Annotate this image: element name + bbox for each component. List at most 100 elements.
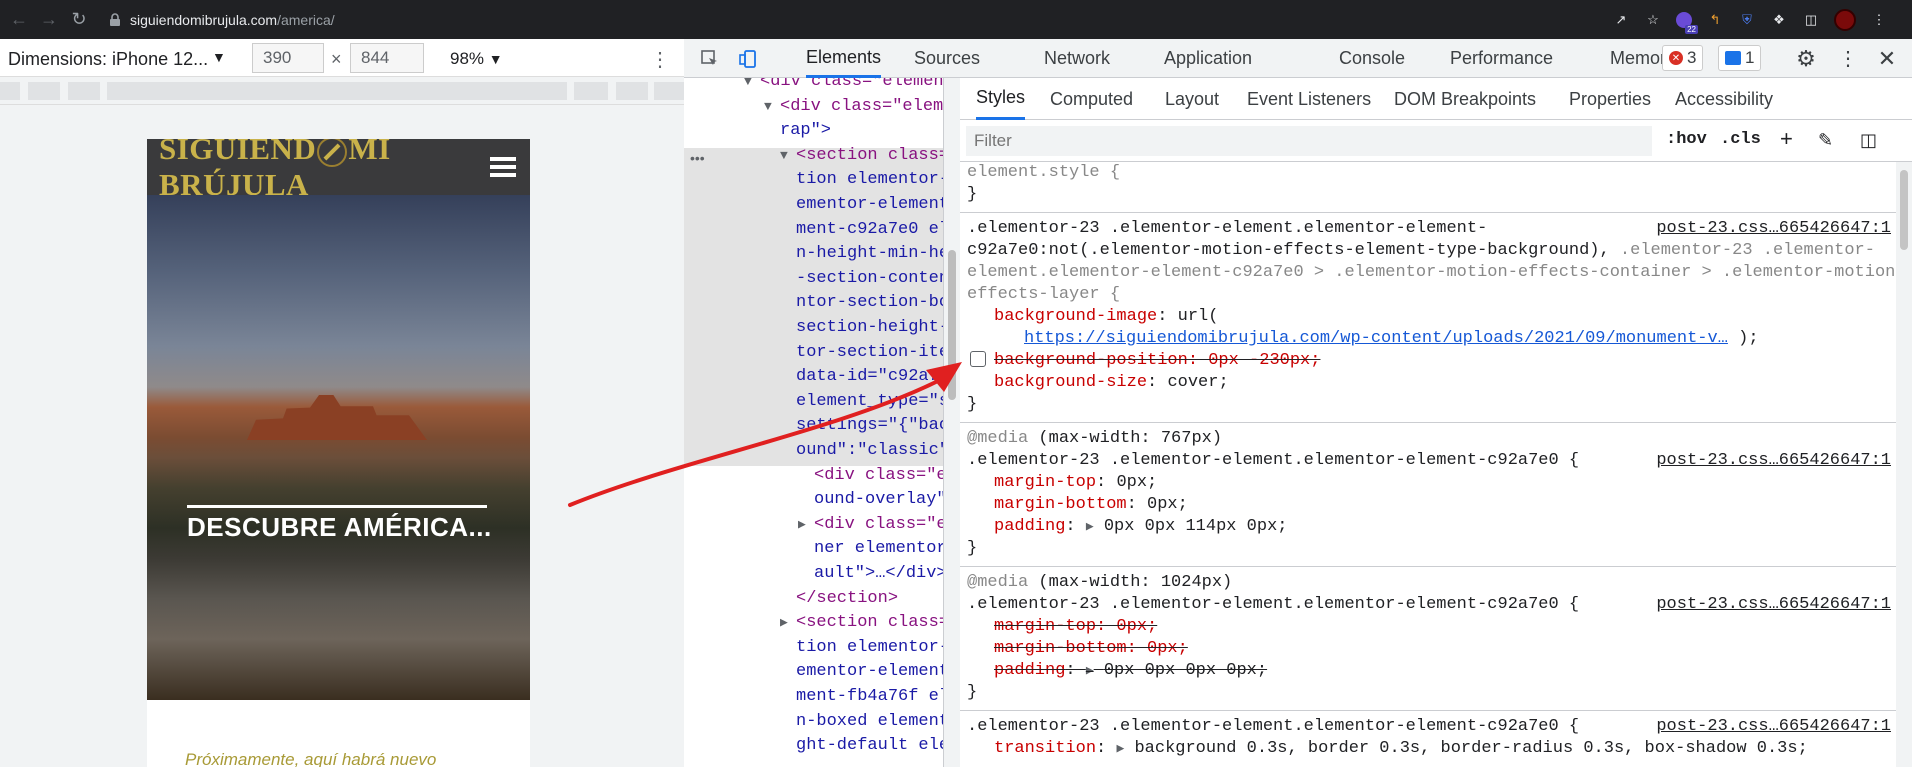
tab-accessibility[interactable]: Accessibility [1675, 78, 1773, 120]
dom-node-line[interactable]: </section> [796, 587, 898, 611]
tab-event-listeners[interactable]: Event Listeners [1247, 78, 1371, 120]
dom-node-line[interactable]: data-id="c92a7e [796, 365, 943, 389]
dom-node-line[interactable]: rap"> [780, 119, 831, 143]
css-declaration-overridden[interactable]: padding: ▶ 0px 0px 0px 0px; [994, 660, 1267, 682]
chevron-down-icon[interactable]: ▼ [212, 49, 226, 65]
dom-node-line[interactable]: -section-conten [796, 267, 943, 291]
tab-layout[interactable]: Layout [1165, 78, 1219, 120]
zoom-select[interactable]: 98% ▼ [450, 49, 503, 69]
sidepanel-icon[interactable]: ◫ [1802, 11, 1820, 29]
dom-node-line[interactable]: ementor-element [796, 193, 943, 217]
tab-computed[interactable]: Computed [1050, 78, 1133, 120]
dom-node-line[interactable]: ault">…</div> [814, 562, 943, 586]
declaration-checkbox[interactable] [970, 351, 986, 367]
dom-node-line[interactable]: ound":"classic" [796, 439, 943, 463]
dom-node-line[interactable]: section-height- [796, 316, 943, 340]
filter-input[interactable] [966, 126, 1652, 156]
dom-node-line[interactable]: element_type="s [796, 390, 943, 414]
css-declaration[interactable]: https://siguiendomibrujula.com/wp-conten… [1024, 328, 1759, 350]
tab-elements[interactable]: Elements [806, 39, 882, 78]
class-toggle[interactable]: .cls [1720, 130, 1761, 149]
star-icon[interactable]: ☆ [1644, 11, 1662, 29]
message-count-badge[interactable]: 1 [1718, 45, 1762, 71]
dom-node-line[interactable]: tor-section-ite [796, 341, 943, 365]
paint-icon[interactable]: ✎ [1818, 130, 1833, 151]
toggle-sidebar-icon[interactable]: ◫ [1860, 130, 1877, 151]
height-input[interactable]: 844 [350, 43, 424, 73]
source-link[interactable]: post-23.css…665426647:1 [1656, 450, 1891, 472]
dom-node-line[interactable]: ▼ <section class= [780, 144, 943, 168]
tab-console[interactable]: Console [1339, 39, 1405, 78]
dom-node-line[interactable]: ner elementor [814, 537, 943, 561]
reload-icon[interactable]: ↻ [68, 9, 90, 31]
avatar[interactable] [1834, 8, 1856, 31]
media-query-ruler[interactable] [0, 77, 684, 105]
dom-node-line[interactable]: <div class="e [814, 464, 943, 488]
tab-network[interactable]: Network [1044, 39, 1110, 78]
back-icon[interactable]: ← [8, 9, 30, 31]
tab-sources[interactable]: Sources [914, 39, 980, 78]
expand-triangle-icon[interactable]: ▶ [1086, 519, 1094, 534]
collapse-triangle-icon[interactable]: ▼ [764, 95, 772, 119]
source-link[interactable]: post-23.css…665426647:1 [1656, 716, 1891, 738]
css-declaration[interactable]: padding: ▶ 0px 0px 114px 0px; [994, 516, 1288, 538]
dom-node-line[interactable]: n-boxed element [796, 710, 943, 734]
expand-triangle-icon[interactable]: ▶ [798, 513, 806, 537]
elements-scrollbar[interactable] [944, 78, 960, 767]
expand-triangle-icon[interactable]: ▶ [1086, 663, 1094, 678]
dom-node-line[interactable]: ▼ <div class="eleme [764, 95, 943, 119]
dom-node-line[interactable]: ▶ <div class="e [798, 513, 943, 537]
dom-node-line[interactable]: tion elementor- [796, 636, 943, 660]
hover-state-toggle[interactable]: :hov [1666, 130, 1707, 149]
tab-styles[interactable]: Styles [976, 78, 1026, 120]
forward-icon[interactable]: → [38, 9, 60, 31]
error-count-badge[interactable]: ✕ 3 [1662, 45, 1704, 71]
dom-node-line[interactable]: ment-fb4a76f el [796, 685, 943, 709]
gear-icon[interactable]: ⚙ [1792, 39, 1820, 78]
css-declaration-overridden[interactable]: margin-bottom: 0px; [994, 638, 1188, 660]
tab-application[interactable]: Application [1164, 39, 1252, 78]
tab-dom-breakpoints[interactable]: DOM Breakpoints [1394, 78, 1536, 120]
dom-node-line[interactable]: settings="{"bac [796, 414, 943, 438]
expand-triangle-icon[interactable]: ▶ [780, 611, 788, 635]
device-toggle-icon[interactable] [734, 39, 762, 78]
dom-node-line[interactable]: ght-default ele [796, 734, 943, 758]
css-declaration-disabled[interactable]: background-position: 0px -230px; [994, 350, 1320, 372]
extension-icon[interactable]: 22 [1676, 11, 1698, 34]
tab-properties[interactable]: Properties [1569, 78, 1651, 120]
address-bar[interactable]: siguiendomibrujula.com/america/ [98, 6, 1838, 33]
share-icon[interactable]: ↗ [1612, 11, 1630, 29]
dom-node-line[interactable]: n-height-min-he [796, 242, 943, 266]
url-text[interactable]: siguiendomibrujula.com/america/ [130, 12, 335, 28]
dom-node-line[interactable]: ementor-element [796, 660, 943, 684]
dom-node-line[interactable]: tion elementor- [796, 168, 943, 192]
css-declaration[interactable]: background-size: cover; [994, 372, 1229, 394]
tab-performance[interactable]: Performance [1450, 39, 1553, 78]
source-link[interactable]: post-23.css…665426647:1 [1656, 218, 1891, 240]
inspect-element-icon[interactable] [696, 39, 724, 78]
device-select[interactable]: Dimensions: iPhone 12... [8, 49, 208, 70]
css-declaration[interactable]: transition: ▶ background 0.3s, border 0.… [994, 738, 1808, 760]
css-declaration[interactable]: margin-bottom: 0px; [994, 494, 1188, 516]
node-options-icon[interactable]: ••• [690, 150, 705, 166]
site-logo[interactable]: SIGUIEND MI BRÚJULA [159, 139, 530, 203]
more-options-icon[interactable]: ⋮ [650, 47, 670, 72]
dom-node-line[interactable]: ment-c92a7e0 el [796, 218, 943, 242]
menu-icon[interactable]: ⋮ [1870, 11, 1888, 29]
css-declaration[interactable]: margin-top: 0px; [994, 472, 1157, 494]
more-options-icon[interactable]: ⋮ [1836, 39, 1860, 78]
collapse-triangle-icon[interactable]: ▼ [780, 144, 788, 168]
shield-icon[interactable]: ⛨ [1738, 11, 1756, 29]
dom-node-line[interactable]: ▼ <div class="element [744, 78, 943, 94]
css-declaration-overridden[interactable]: margin-top: 0px; [994, 616, 1157, 638]
source-link[interactable]: post-23.css…665426647:1 [1656, 594, 1891, 616]
hook-extension-icon[interactable]: ↰ [1706, 11, 1724, 29]
dom-node-line[interactable]: ntor-section-bo [796, 291, 943, 315]
styles-scrollbar[interactable] [1896, 162, 1912, 767]
background-image-url-link[interactable]: https://siguiendomibrujula.com/wp-conten… [1024, 329, 1728, 348]
dom-node-line[interactable]: ▶ <section class= [780, 611, 943, 635]
close-icon[interactable]: ✕ [1874, 39, 1900, 78]
hamburger-menu-icon[interactable] [490, 157, 516, 179]
css-declaration[interactable]: background-image: url( [994, 306, 1218, 328]
width-input[interactable]: 390 [252, 43, 324, 73]
